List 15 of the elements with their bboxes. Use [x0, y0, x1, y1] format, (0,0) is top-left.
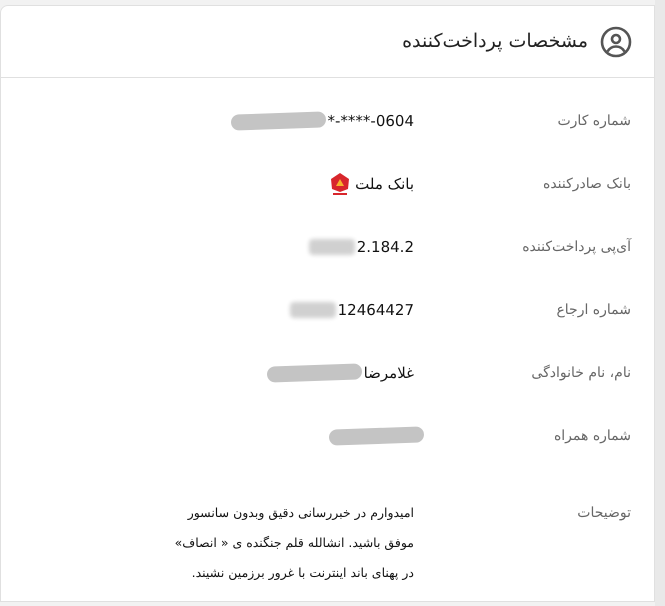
field-value: *-****-0604: [328, 110, 414, 132]
field-label: آی‌پی پرداخت‌کننده: [521, 237, 631, 257]
field-label: شماره کارت: [556, 112, 631, 131]
description-text: امیدوارم در خبررسانی دقیق وبدون سانسور موفق باشید. انشالله قلم جنگنده ی « انصاف» در پهنای باند اینترنت با غرور برزمین نشیند.: [174, 504, 414, 582]
field-value: 2.184.2: [356, 236, 414, 258]
field-value: غلامرضا: [364, 362, 414, 384]
field-label: شماره همراه: [552, 427, 631, 446]
card-title: مشخصات پرداخت‌کننده: [402, 29, 588, 54]
field-label: بانک صادرکننده: [542, 175, 631, 194]
user-icon: [600, 26, 632, 58]
field-label: نام، نام خانوادگی: [530, 364, 631, 383]
field-value: 12464427: [338, 300, 414, 321]
bank-name: بانک ملت: [355, 174, 414, 195]
field-label: شماره ارجاع: [555, 301, 631, 320]
field-label: توضیحات: [576, 504, 631, 523]
